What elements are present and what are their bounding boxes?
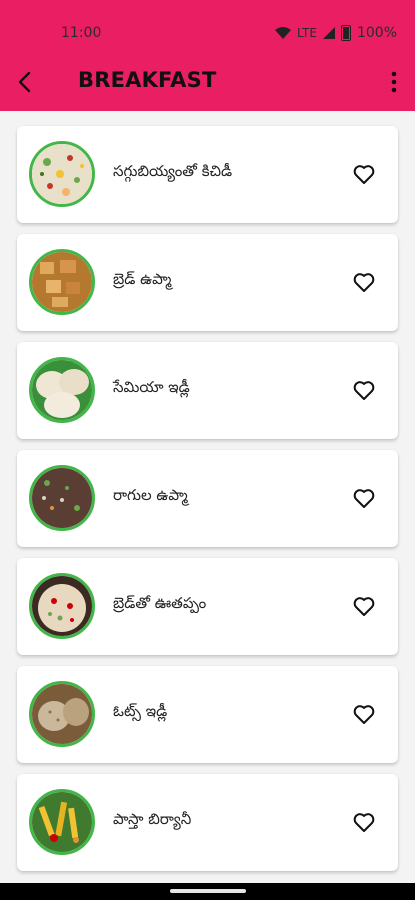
wifi-icon (275, 27, 292, 39)
recipe-card[interactable]: పాస్తా బిర్యానీ (17, 774, 398, 871)
recipe-name: సగ్గుబియ్యంతో కిచిడీ (113, 162, 233, 180)
heart-icon[interactable] (352, 162, 376, 186)
recipe-thumbnail (29, 465, 95, 531)
recipe-thumbnail (29, 357, 95, 423)
toolbar: BREAKFAST (0, 62, 415, 111)
recipe-name: బ్రెడ్‌తో ఊతప్పం (113, 594, 207, 612)
signal-icon (322, 27, 335, 39)
recipe-card[interactable]: సేమియా ఇడ్లీ (17, 342, 398, 439)
recipe-list: సగ్గుబియ్యంతో కిచిడీ బ్రెడ్ ఉప్మా సేమియా… (17, 126, 398, 882)
recipe-thumbnail (29, 681, 95, 747)
heart-icon[interactable] (352, 378, 376, 402)
recipe-thumbnail (29, 249, 95, 315)
status-time: 11:00 (61, 25, 102, 41)
heart-icon[interactable] (352, 270, 376, 294)
network-label: LTE (297, 26, 317, 40)
app-bar: 11:00 LTE 100% BREAKFAST (0, 0, 415, 111)
system-nav-bar (0, 883, 415, 900)
recipe-thumbnail (29, 141, 95, 207)
status-bar: 11:00 LTE 100% (0, 0, 415, 62)
recipe-name: పాస్తా బిర్యానీ (113, 810, 192, 828)
battery-icon (340, 25, 351, 41)
recipe-card[interactable]: సగ్గుబియ్యంతో కిచిడీ (17, 126, 398, 223)
recipe-card[interactable]: ఓట్స్ ఇడ్లీ (17, 666, 398, 763)
heart-icon[interactable] (352, 702, 376, 726)
recipe-card[interactable]: బ్రెడ్ ఉప్మా (17, 234, 398, 331)
home-indicator[interactable] (170, 889, 246, 893)
more-vert-icon[interactable] (391, 71, 397, 93)
recipe-name: ఓట్స్ ఇడ్లీ (113, 702, 168, 720)
recipe-name: రాగుల ఉప్మా (113, 486, 188, 504)
page-title: BREAKFAST (78, 68, 217, 92)
heart-icon[interactable] (352, 810, 376, 834)
recipe-card[interactable]: బ్రెడ్‌తో ఊతప్పం (17, 558, 398, 655)
recipe-name: బ్రెడ్ ఉప్మా (113, 270, 172, 288)
back-arrow-icon[interactable] (14, 70, 38, 94)
heart-icon[interactable] (352, 486, 376, 510)
recipe-card[interactable]: రాగుల ఉప్మా (17, 450, 398, 547)
battery-level: 100% (356, 25, 397, 41)
recipe-thumbnail (29, 573, 95, 639)
recipe-thumbnail (29, 789, 95, 855)
recipe-name: సేమియా ఇడ్లీ (113, 378, 190, 396)
status-icons: LTE 100% (275, 24, 397, 42)
heart-icon[interactable] (352, 594, 376, 618)
